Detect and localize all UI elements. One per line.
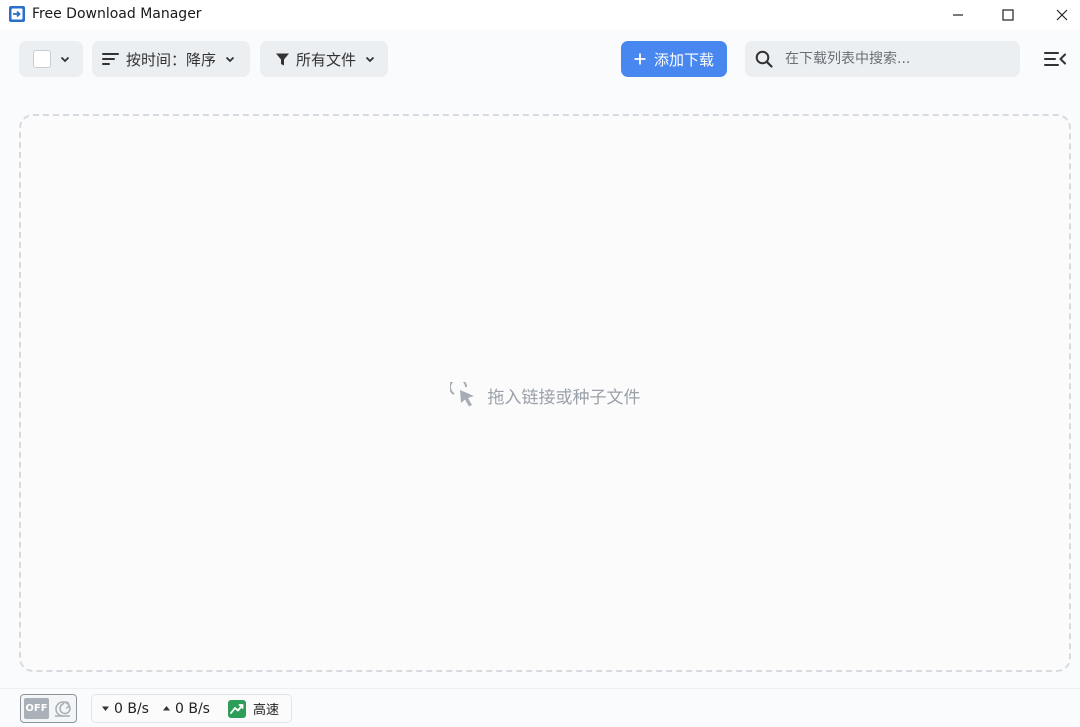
speed-panel[interactable]: 0 B/s 0 B/s 高速 <box>91 694 292 723</box>
maximize-icon <box>1002 9 1014 21</box>
drop-zone[interactable]: 拖入链接或种子文件 <box>19 114 1071 672</box>
upload-arrow-icon <box>162 706 170 711</box>
download-speed: 0 B/s <box>101 701 149 717</box>
snail-toggle-state: OFF <box>24 698 49 719</box>
close-button[interactable] <box>1036 0 1080 30</box>
speed-mode[interactable]: 高速 <box>227 699 279 718</box>
minimize-icon <box>953 14 963 16</box>
sort-icon <box>102 53 119 65</box>
chevron-down-icon <box>60 56 70 63</box>
cursor-click-icon <box>449 382 474 407</box>
chevron-down-icon <box>225 56 235 63</box>
add-download-label: 添加下载 <box>653 50 714 69</box>
menu-collapse-icon <box>1044 52 1066 66</box>
add-download-button[interactable]: 添加下载 <box>621 41 727 77</box>
maximize-button[interactable] <box>982 0 1034 30</box>
drop-hint: 拖入链接或种子文件 <box>21 382 1069 408</box>
app-logo-icon <box>8 5 26 23</box>
speed-mode-label: 高速 <box>252 703 279 718</box>
filter-dropdown[interactable]: 所有文件 <box>260 41 388 77</box>
search-box[interactable] <box>745 41 1020 77</box>
snail-icon <box>55 700 71 717</box>
download-speed-value: 0 B/s <box>114 700 149 717</box>
search-input[interactable] <box>783 50 1007 68</box>
select-all-dropdown[interactable] <box>19 41 83 77</box>
sort-dropdown[interactable]: 按时间：降序 <box>92 41 250 77</box>
menu-button[interactable] <box>1042 47 1068 71</box>
minimize-button[interactable] <box>932 0 984 30</box>
sort-label: 按时间：降序 <box>126 50 217 69</box>
filter-label: 所有文件 <box>296 50 357 69</box>
download-arrow-icon <box>102 706 109 711</box>
window-title: Free Download Manager <box>32 6 202 22</box>
close-icon <box>1056 9 1068 21</box>
select-all-checkbox[interactable] <box>33 50 51 68</box>
snail-mode-toggle[interactable]: OFF <box>20 694 77 723</box>
toolbar: 按时间：降序 所有文件 添加下载 <box>0 30 1080 90</box>
status-bar: OFF 0 B/s 0 B/s 高速 <box>0 688 1080 727</box>
upload-speed-value: 0 B/s <box>174 700 210 717</box>
speed-chart-icon <box>227 699 246 718</box>
plus-icon <box>634 53 646 65</box>
filter-icon <box>276 53 289 65</box>
search-icon <box>755 50 773 68</box>
title-bar: Free Download Manager <box>0 0 1080 30</box>
drop-hint-text: 拖入链接或种子文件 <box>487 387 641 408</box>
upload-speed: 0 B/s <box>162 701 210 717</box>
chevron-down-icon <box>365 56 375 63</box>
